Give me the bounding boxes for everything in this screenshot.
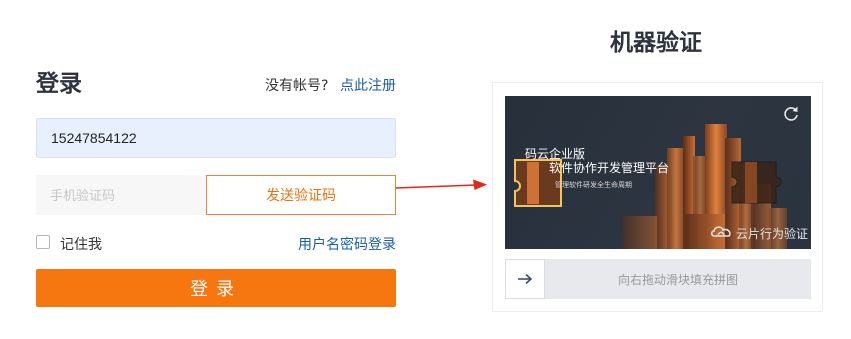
password-login-link[interactable]: 用户名密码登录 xyxy=(298,234,396,254)
refresh-icon[interactable] xyxy=(781,104,801,124)
no-account-text: 没有帐号? xyxy=(265,78,329,94)
pointer-arrow-icon xyxy=(396,179,487,190)
captcha-title: 机器验证 xyxy=(610,30,702,56)
captcha-image-text-line2: 软件协作开发管理平台 xyxy=(549,161,670,175)
captcha-puzzle-image: 码云企业版 软件协作开发管理平台 管理软件研发全生命周期 云片行为验证 xyxy=(505,96,811,249)
login-button[interactable]: 登录 xyxy=(36,269,396,307)
captcha-brand-text: 云片行为验证 xyxy=(736,227,809,241)
sms-code-input[interactable] xyxy=(36,175,206,215)
yunpian-logo-icon xyxy=(710,226,731,237)
phone-number-input[interactable] xyxy=(36,118,396,158)
login-title: 登录 xyxy=(36,71,82,97)
slider-hint-text: 向右拖动滑块填充拼图 xyxy=(617,272,738,287)
slider-handle[interactable] xyxy=(505,259,545,299)
send-code-button[interactable]: 发送验证码 xyxy=(206,175,396,215)
remember-me-checkbox[interactable] xyxy=(36,235,50,249)
arrow-right-icon xyxy=(518,273,533,285)
register-link[interactable]: 点此注册 xyxy=(340,75,396,95)
captcha-image-text-line3: 管理软件研发全生命周期 xyxy=(555,181,632,189)
remember-me-label[interactable]: 记住我 xyxy=(60,234,102,254)
